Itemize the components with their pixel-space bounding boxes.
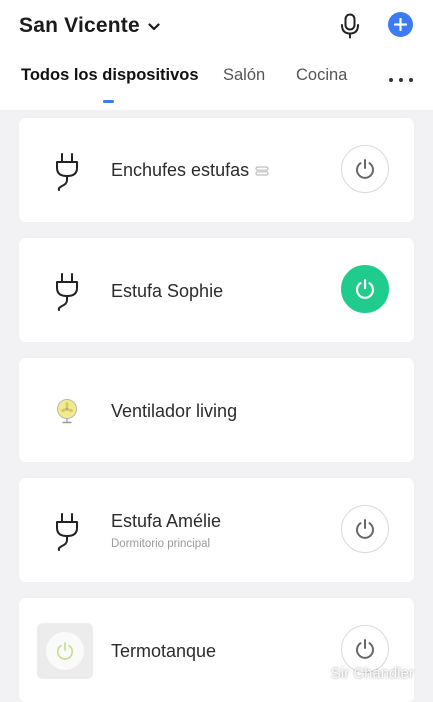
tab-cocina[interactable]: Cocina xyxy=(296,66,347,85)
device-name: Termotanque xyxy=(111,641,217,661)
plug-icon xyxy=(47,270,87,312)
power-icon xyxy=(356,639,374,659)
microphone-icon[interactable] xyxy=(336,12,364,40)
tab-salon[interactable]: Salón xyxy=(223,66,265,85)
power-button[interactable] xyxy=(341,145,389,193)
power-icon xyxy=(356,159,374,179)
watermark: Sir Chandler xyxy=(331,666,414,682)
power-icon xyxy=(356,519,374,539)
active-tab-indicator xyxy=(103,100,114,103)
device-card-termotanque[interactable]: Termotanque xyxy=(19,598,414,702)
water-heater-icon xyxy=(37,623,93,679)
device-group-icon xyxy=(255,165,269,176)
plus-icon xyxy=(394,18,407,31)
chevron-down-icon xyxy=(148,23,160,31)
device-name: Estufa Amélie xyxy=(111,511,222,531)
power-button[interactable] xyxy=(341,265,389,313)
plug-icon xyxy=(47,150,87,192)
plug-icon xyxy=(47,510,87,552)
home-name: San Vicente xyxy=(19,14,140,37)
device-name: Enchufes estufas xyxy=(111,160,269,181)
device-card-estufa-amelie[interactable]: Estufa Amélie Dormitorio principal xyxy=(19,478,414,582)
add-device-button[interactable] xyxy=(388,12,413,37)
more-options-icon[interactable] xyxy=(389,72,413,88)
power-button[interactable] xyxy=(341,505,389,553)
device-card-ventilador-living[interactable]: Ventilador living xyxy=(19,358,414,462)
device-room-label: Dormitorio principal xyxy=(111,538,211,550)
power-icon xyxy=(355,278,375,299)
tab-todos-los-dispositivos[interactable]: Todos los dispositivos xyxy=(21,66,199,85)
device-card-estufa-sophie[interactable]: Estufa Sophie xyxy=(19,238,414,342)
home-selector[interactable]: San Vicente xyxy=(19,10,160,42)
top-bar: San Vicente Todos los dispositivos Salón… xyxy=(0,0,433,110)
device-card-enchufes-estufas[interactable]: Enchufes estufas xyxy=(19,118,414,222)
device-name: Ventilador living xyxy=(111,401,238,421)
room-tabs: Todos los dispositivos Salón Cocina xyxy=(0,66,433,96)
fan-icon xyxy=(47,390,87,432)
device-name: Estufa Sophie xyxy=(111,281,224,301)
